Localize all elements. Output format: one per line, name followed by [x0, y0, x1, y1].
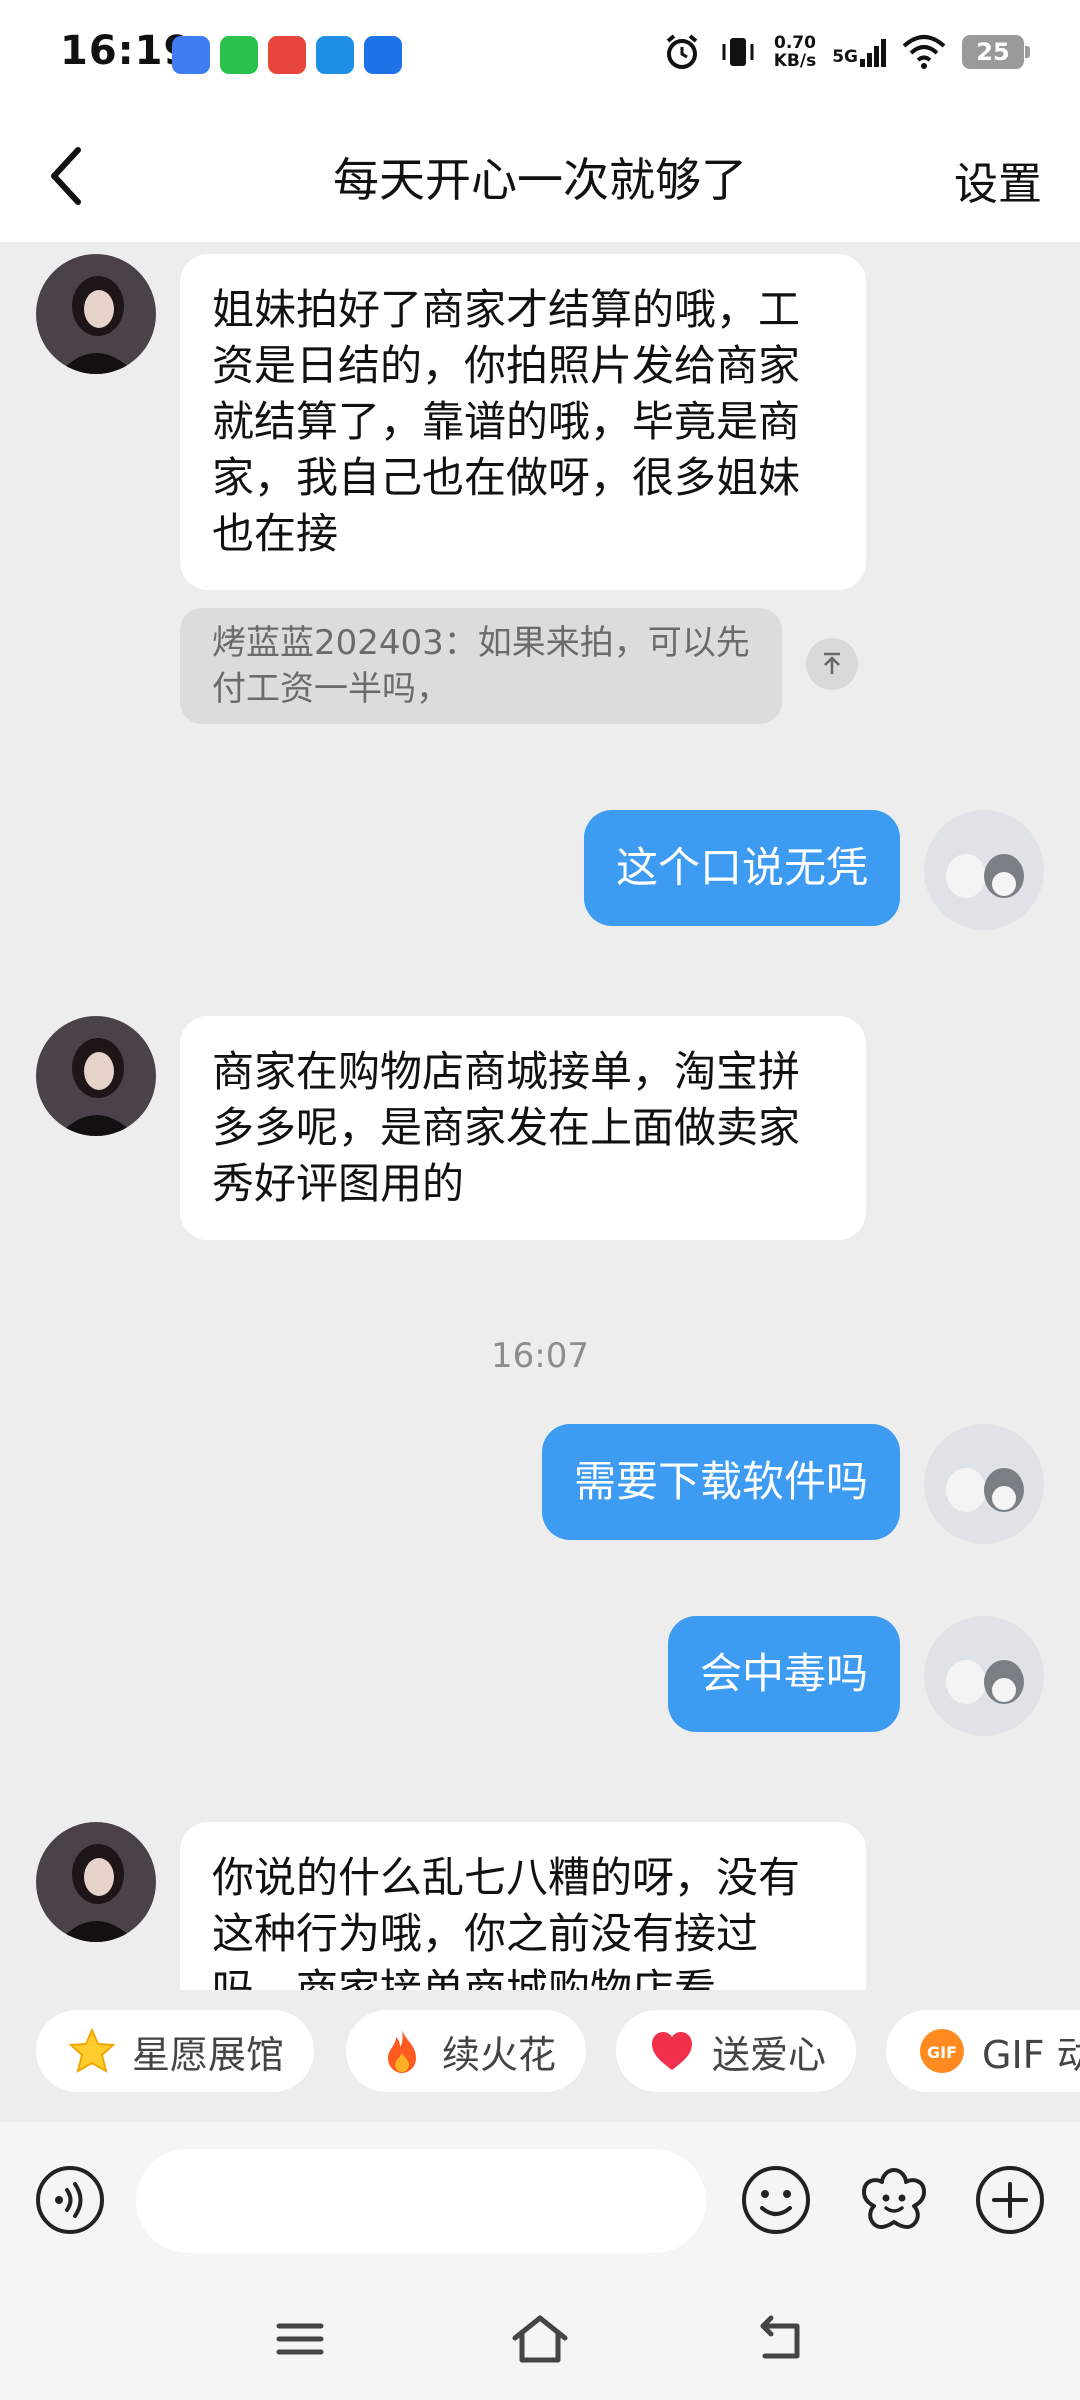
quoted-message[interactable]: 烤蓝蓝202403：如果来拍，可以先付工资一半吗， — [180, 608, 782, 724]
message-bubble-outgoing[interactable]: 会中毒吗 — [667, 1616, 900, 1732]
my-avatar[interactable] — [924, 1424, 1044, 1544]
jump-to-quote-button[interactable] — [806, 638, 858, 690]
quick-action-gif[interactable]: GIF GIF 动 — [886, 2010, 1080, 2092]
more-options-button[interactable] — [972, 2162, 1048, 2238]
network-speed: 0.70 KB/s — [773, 33, 817, 71]
message-input[interactable] — [136, 2149, 706, 2253]
message-bubble-incoming[interactable]: 你说的什么乱七八糟的呀，没有这种行为哦，你之前没有接过吗，商家接单商城购物店看 — [180, 1822, 866, 1990]
emoji-icon — [742, 2166, 810, 2234]
signal-type: 5G — [832, 47, 858, 67]
settings-button[interactable]: 设置 — [954, 148, 1042, 212]
status-bar: 16:19 0.70 KB/s 5G 25 — [0, 0, 1080, 110]
page-title: 每天开心一次就够了 — [333, 153, 747, 207]
voice-icon — [36, 2166, 104, 2234]
fire-icon — [378, 2027, 426, 2075]
chat-area[interactable]: 姐妹拍好了商家才结算的哦，工资是日结的，你拍照片发给商家就结算了，靠谱的哦，毕竟… — [0, 242, 1080, 1990]
message-bubble-outgoing[interactable]: 需要下载软件吗 — [541, 1424, 900, 1540]
contact-avatar[interactable] — [36, 1016, 156, 1136]
plus-circle-icon — [976, 2166, 1044, 2234]
voice-input-button[interactable] — [32, 2162, 108, 2238]
quick-action-send-heart[interactable]: 送爱心 — [616, 2010, 857, 2092]
wechat-icon — [220, 36, 258, 74]
quick-action-label: 星愿展馆 — [132, 2032, 285, 2077]
back-arrow-icon — [760, 2315, 800, 2359]
app-icon — [364, 36, 402, 74]
quick-action-label: GIF 动 — [982, 2032, 1080, 2077]
message-input-bar — [0, 2122, 1080, 2280]
my-avatar[interactable] — [924, 1616, 1044, 1736]
arrow-up-icon — [824, 652, 840, 674]
wifi-icon — [902, 35, 946, 69]
quick-action-label: 续火花 — [442, 2032, 557, 2077]
message-bubble-incoming[interactable]: 商家在购物店商城接单，淘宝拼多多呢，是商家发在上面做卖家秀好评图用的 — [180, 1016, 866, 1240]
quick-actions-bar[interactable]: 星愿展馆 续火花 送爱心 GIF GIF 动 — [0, 1990, 1080, 2122]
my-avatar[interactable] — [924, 810, 1044, 930]
cell-signal: 5G — [832, 37, 886, 67]
app-icon — [316, 36, 354, 74]
alarm-icon — [666, 34, 698, 69]
home-button[interactable] — [505, 2304, 575, 2374]
quick-action-spark[interactable]: 续火花 — [346, 2010, 587, 2092]
contact-avatar[interactable] — [36, 254, 156, 374]
app-icon — [268, 36, 306, 74]
sticker-button[interactable] — [856, 2162, 932, 2238]
heart-icon — [648, 2027, 696, 2075]
svg-text:GIF: GIF — [927, 2043, 957, 2062]
recent-apps-button[interactable] — [265, 2304, 335, 2374]
home-icon — [512, 2315, 568, 2363]
contact-avatar[interactable] — [36, 1822, 156, 1942]
menu-icon — [276, 2323, 324, 2355]
emoji-button[interactable] — [738, 2162, 814, 2238]
message-bubble-incoming[interactable]: 姐妹拍好了商家才结算的哦，工资是日结的，你拍照片发给商家就结算了，靠谱的哦，毕竟… — [180, 254, 866, 590]
message-bubble-outgoing[interactable]: 这个口说无凭 — [583, 810, 900, 926]
battery-indicator: 25 — [962, 35, 1030, 69]
app-icon — [172, 36, 210, 74]
vibrate-icon — [722, 38, 754, 66]
signal-icon — [860, 39, 886, 67]
quick-action-label: 送爱心 — [712, 2032, 827, 2077]
title-bar: 每天开心一次就够了 设置 — [0, 110, 1080, 242]
gif-icon: GIF — [918, 2027, 966, 2075]
system-navigation-bar — [0, 2280, 1080, 2400]
back-nav-button[interactable] — [745, 2304, 815, 2374]
status-indicators: 0.70 KB/s 5G 25 — [662, 32, 1030, 72]
notification-app-icons — [172, 36, 402, 74]
message-timestamp: 16:07 — [491, 1336, 589, 1376]
star-icon — [68, 2027, 116, 2075]
quick-action-star-gallery[interactable]: 星愿展馆 — [36, 2010, 315, 2092]
sticker-icon — [862, 2168, 926, 2230]
